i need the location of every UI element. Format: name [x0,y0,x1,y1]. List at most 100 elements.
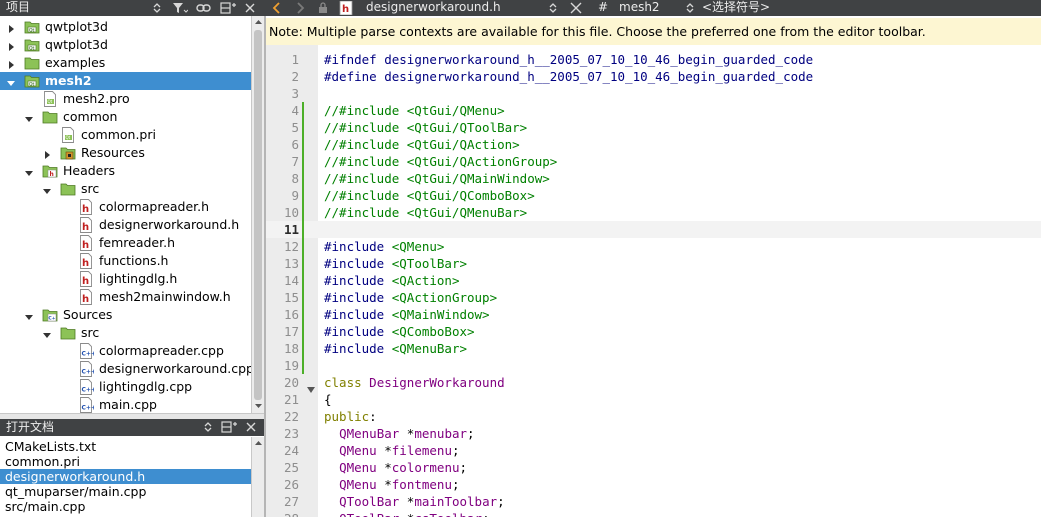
collapse-arrow-icon[interactable] [42,184,52,194]
tree-vertical-scrollbar[interactable] [251,16,264,413]
tree-item[interactable]: C++ designerworkaround.cpp [0,360,254,378]
code-line[interactable]: 17 #include <QComboBox> [266,323,1041,340]
code-line[interactable]: 15 #include <QActionGroup> [266,289,1041,306]
scroll-down-icon[interactable] [254,402,263,410]
tree-item[interactable]: src [0,180,251,198]
collapse-arrow-icon[interactable] [24,112,34,122]
tree-item[interactable]: src [0,324,251,342]
tree-item[interactable]: C++ colormapreader.cpp [0,342,251,360]
code-line[interactable]: 25 QMenu *colormenu; [266,459,1041,476]
expand-arrow-icon[interactable] [6,22,16,33]
code-line[interactable]: 28 QToolBar *csToolbar; [266,510,1041,517]
close-document-icon[interactable] [570,2,582,18]
code-line[interactable]: 7 //#include <QtGui/QActionGroup> [266,153,1041,170]
open-document-item[interactable]: common.pri [0,454,251,469]
tree-item[interactable]: h Headers [0,162,251,180]
svg-text:h: h [82,240,89,251]
line-number: 8 [291,171,299,186]
tree-item[interactable]: Qt mesh2 [0,72,251,90]
editor-file-selector[interactable]: designerworkaround.h [366,0,501,16]
pri-file-icon: Qt [60,127,76,143]
docs-updown-icon[interactable] [203,421,213,436]
tree-item[interactable]: C++ main.cpp [0,396,251,413]
code-text: public: [324,409,377,424]
expand-arrow-icon[interactable] [6,40,16,51]
code-line[interactable]: 4 //#include <QtGui/QMenu> [266,102,1041,119]
go-forward-icon[interactable] [295,2,305,18]
code-line[interactable]: 13 #include <QToolBar> [266,255,1041,272]
code-line[interactable]: 10 //#include <QtGui/QMenuBar> [266,204,1041,221]
tree-item[interactable]: Resources [0,144,251,162]
tree-item[interactable]: h lightingdlg.h [0,270,251,288]
docs-vertical-scrollbar[interactable] [251,437,264,517]
code-line[interactable]: 12 #include <QMenu> [266,238,1041,255]
tree-item[interactable]: h femreader.h [0,234,251,252]
context-selector-updown-icon[interactable] [685,2,695,18]
fold-arrow-icon[interactable] [307,380,315,393]
tree-item[interactable]: C+ Sources [0,306,251,324]
parse-context-note: Note: Multiple parse contexts are availa… [266,18,1041,45]
tree-item[interactable]: examples [0,54,251,72]
tree-item[interactable]: Qt common.pri [0,126,251,144]
code-line[interactable]: 8 //#include <QtGui/QMainWindow> [266,170,1041,187]
collapse-arrow-icon[interactable] [24,166,34,176]
collapse-arrow-icon[interactable] [6,76,16,86]
code-line[interactable]: 11 [266,221,1041,238]
code-line[interactable]: 2 #define designerworkaround_h__2005_07_1… [266,68,1041,85]
line-number: 7 [291,154,299,169]
tree-item[interactable]: h colormapreader.h [0,198,251,216]
folder-icon [24,55,40,71]
project-tree[interactable]: Qt qwtplot3d Qt qwtplot3d examples Qt mesh2 Qt m… [0,16,264,413]
change-marker [302,136,304,153]
code-line[interactable]: 1 #ifndef designerworkaround_h__2005_07_1… [266,51,1041,68]
code-line[interactable]: 24 QMenu *filemenu; [266,442,1041,459]
tree-item[interactable]: C++ lightingdlg.cpp [0,378,251,396]
tree-item[interactable]: h mesh2mainwindow.h [0,288,251,306]
symbol-selector[interactable]: <选择符号> [702,0,770,16]
header-file-icon: h [78,271,94,287]
code-text: //#include <QtGui/QComboBox> [324,188,535,203]
code-line[interactable]: 16 #include <QMainWindow> [266,306,1041,323]
code-line[interactable]: 19 [266,357,1041,374]
docs-split-icon[interactable] [221,421,237,436]
expand-arrow-icon[interactable] [6,58,16,69]
tree-item[interactable]: h functions.h [0,252,251,270]
file-selector-updown-icon[interactable] [548,2,558,18]
open-document-item[interactable]: qt_muparser/main.cpp [0,484,251,499]
code-line[interactable]: 26 QMenu *fontmenu; [266,476,1041,493]
tree-item[interactable]: Qt qwtplot3d [0,36,251,54]
open-document-item[interactable]: designerworkaround.h [0,469,251,484]
docs-close-icon[interactable] [246,421,256,436]
code-line[interactable]: 22 public: [266,408,1041,425]
code-line[interactable]: 18 #include <QMenuBar> [266,340,1041,357]
code-line[interactable]: 6 //#include <QtGui/QAction> [266,136,1041,153]
code-text: QMenu *fontmenu; [339,477,460,492]
code-line[interactable]: 27 QToolBar *mainToolbar; [266,493,1041,510]
tree-item[interactable]: common [0,108,251,126]
code-line[interactable]: 23 QMenuBar *menubar; [266,425,1041,442]
expand-arrow-icon[interactable] [42,148,52,159]
docs-scroll-up-icon[interactable] [254,439,263,447]
code-line[interactable]: 3 [266,85,1041,102]
tree-item[interactable]: Qt qwtplot3d [0,18,251,36]
open-document-item[interactable]: CMakeLists.txt [0,439,251,454]
parse-context-selector[interactable]: mesh2 [619,0,660,16]
code-line[interactable]: 20 class DesignerWorkaround [266,374,1041,393]
scroll-up-icon[interactable] [254,18,263,26]
code-line[interactable]: 14 #include <QAction> [266,272,1041,289]
go-back-icon[interactable] [272,2,282,18]
open-documents-list[interactable]: CMakeLists.txt common.pri designerworkarou… [0,437,264,517]
code-line[interactable]: 21 { [266,391,1041,408]
tree-item[interactable]: h designerworkaround.h [0,216,251,234]
tree-scrollbar-thumb[interactable] [254,30,262,400]
code-line[interactable]: 9 //#include <QtGui/QComboBox> [266,187,1041,204]
collapse-arrow-icon[interactable] [24,310,34,320]
code-line[interactable]: 5 //#include <QtGui/QToolBar> [266,119,1041,136]
tree-item[interactable]: Qt mesh2.pro [0,90,251,108]
code-editor[interactable]: 1 #ifndef designerworkaround_h__2005_07_1… [266,45,1041,517]
lock-icon [318,2,328,18]
change-marker [302,238,304,255]
collapse-arrow-icon[interactable] [42,328,52,338]
open-document-item[interactable]: src/main.cpp [0,499,251,514]
tree-item-label: colormapreader.h [99,199,210,214]
